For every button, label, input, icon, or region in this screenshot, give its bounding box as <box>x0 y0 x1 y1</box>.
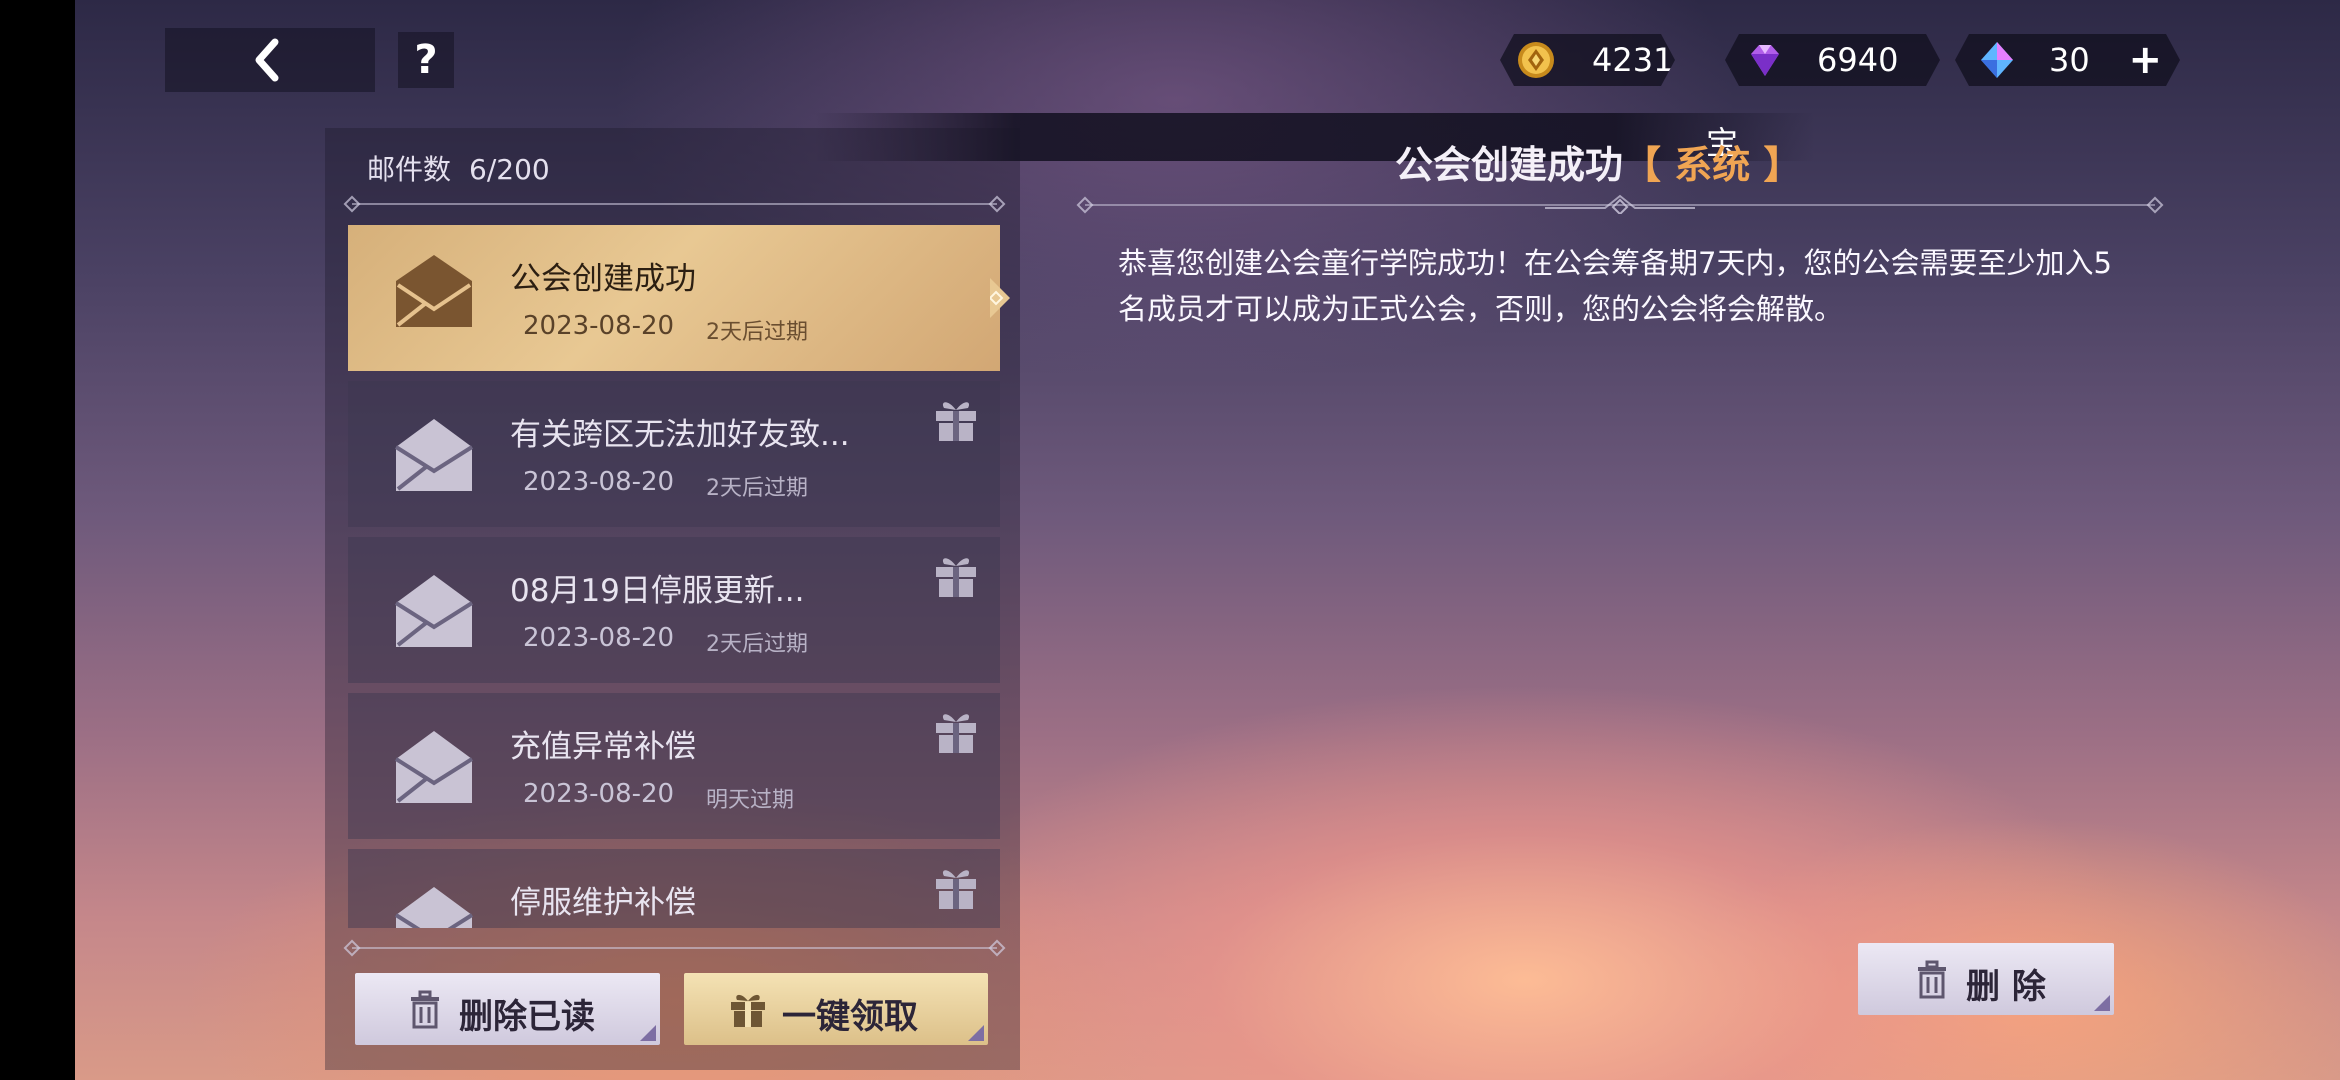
mail-count-value: 6/200 <box>469 153 550 186</box>
mail-item[interactable]: 08月19日停服更新... 2023-08-20 2天后过期 <box>348 537 1000 683</box>
mail-item[interactable]: 充值异常补偿 2023-08-20 明天过期 <box>348 693 1000 839</box>
gold-coin-icon <box>1516 40 1556 80</box>
mail-expire: 2天后过期 <box>706 632 808 657</box>
add-crystal-button[interactable]: + <box>2128 34 2162 86</box>
trash-icon <box>1918 960 1946 999</box>
mail-date: 2023-08-20 <box>523 311 675 341</box>
open-envelope-icon <box>394 419 474 491</box>
mail-count: 邮件数 6/200 <box>367 148 550 188</box>
mail-title: 公会创建成功 <box>510 261 696 297</box>
top-divider <box>352 203 997 205</box>
diamond-value: 6940 <box>1817 41 1899 79</box>
delete-read-button[interactable]: 删除已读 <box>355 973 660 1045</box>
open-envelope-icon <box>394 731 474 803</box>
mail-title: 停服维护补偿 <box>510 885 696 921</box>
selected-indicator-icon <box>990 278 1010 318</box>
mail-list[interactable]: 公会创建成功 2023-08-20 2天后过期 有关跨区无法加好友致... 20… <box>348 224 1000 928</box>
crystal-counter: 30 + <box>1955 34 2180 86</box>
gift-icon <box>936 870 976 909</box>
delete-label: 删 除 <box>1966 967 2046 1007</box>
claim-all-button[interactable]: 一键领取 <box>684 973 988 1045</box>
open-envelope-icon <box>394 575 474 647</box>
divider-ornament-icon <box>1545 194 1695 214</box>
mail-item[interactable]: 公会创建成功 2023-08-20 2天后过期 <box>348 225 1000 371</box>
mail-expire: 明天过期 <box>706 788 795 813</box>
gift-icon <box>936 714 976 753</box>
diamond-counter: 6940 <box>1725 34 1940 86</box>
delete-read-label: 删除已读 <box>459 997 595 1037</box>
gift-icon <box>936 402 976 441</box>
closed-envelope-icon <box>396 255 472 327</box>
back-arrow-icon[interactable] <box>245 36 293 84</box>
crystal-value: 30 <box>2049 41 2090 79</box>
mail-date: 2023-08-20 <box>523 467 675 497</box>
gift-icon <box>731 994 765 1027</box>
open-envelope-icon <box>394 887 474 928</box>
delete-button[interactable]: 删 除 <box>1858 943 2114 1015</box>
trash-icon <box>411 990 439 1029</box>
mail-detail-body: 恭喜您创建公会童行学院成功！在公会筹备期7天内，您的公会需要至少加入5名成员才可… <box>1118 246 2112 326</box>
gold-coin-value: 4231 <box>1592 41 1674 79</box>
mail-detail-title: 公会创建成功【 系统 】 <box>1395 134 1801 189</box>
mail-expire: 2天后过期 <box>706 476 808 501</box>
mail-expire: 2天后过期 <box>706 320 808 345</box>
mail-title: 08月19日停服更新... <box>510 573 805 609</box>
mail-detail-title-text: 公会创建成功 <box>1395 143 1624 187</box>
mail-count-label: 邮件数 <box>367 153 452 186</box>
gift-icon <box>936 558 976 597</box>
mail-item[interactable]: 有关跨区无法加好友致... 2023-08-20 2天后过期 <box>348 381 1000 527</box>
mail-title: 充值异常补偿 <box>510 729 696 765</box>
gold-coin-counter: 4231 <box>1500 34 1675 86</box>
screen-edge <box>0 0 75 1080</box>
claim-all-label: 一键领取 <box>782 997 918 1037</box>
bottom-divider <box>352 947 997 949</box>
mail-date: 2023-08-20 <box>523 623 675 653</box>
mail-title: 有关跨区无法加好友致... <box>510 417 850 453</box>
mail-date: 2023-08-20 <box>523 779 675 809</box>
blue-crystal-icon <box>1977 40 2017 80</box>
purple-diamond-icon <box>1745 40 1785 80</box>
mail-item[interactable]: 停服维护补偿 <box>348 849 1000 928</box>
mail-category-tag: 【 系统 】 <box>1623 143 1802 187</box>
help-button[interactable]: ? <box>398 32 454 88</box>
